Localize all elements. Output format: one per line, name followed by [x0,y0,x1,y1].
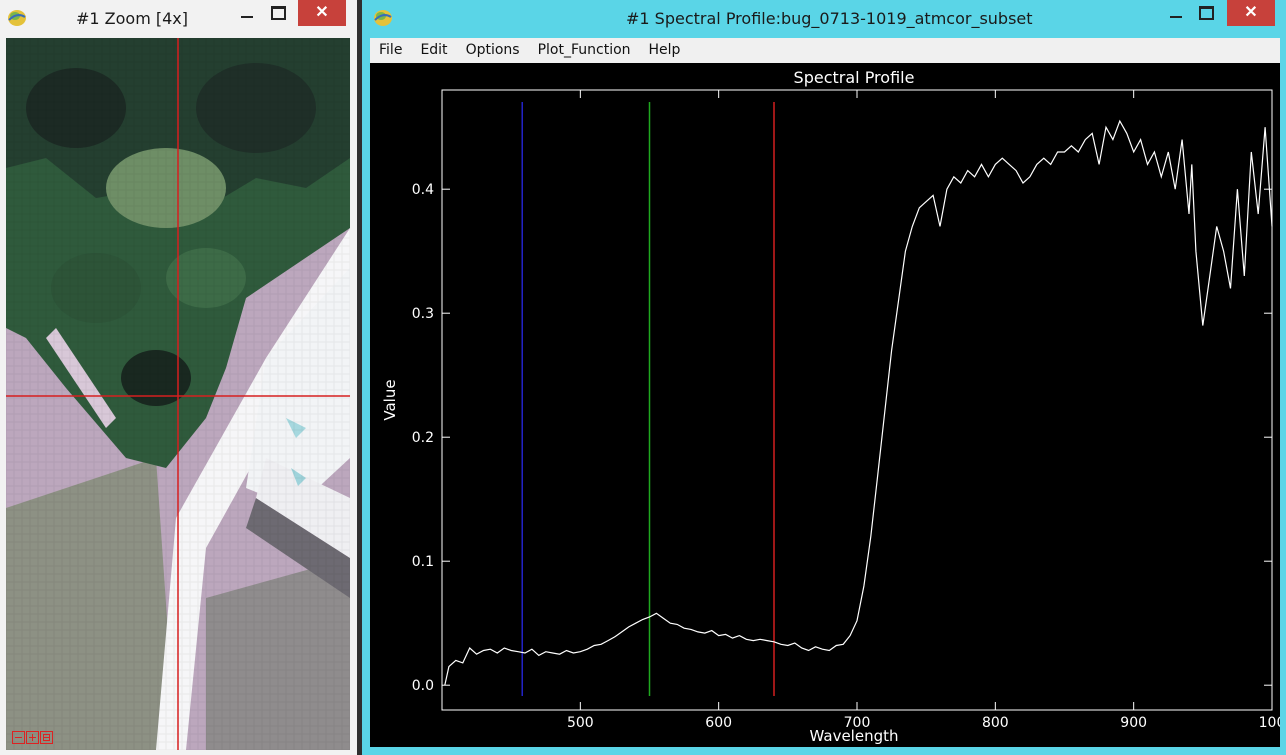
y-tick-label: 0.0 [412,678,434,694]
envi-globe-icon [374,10,392,26]
zoom-image-view[interactable] [6,38,350,750]
zoom-in-icon[interactable] [26,731,39,744]
spectral-titlebar[interactable]: #1 Spectral Profile:bug_0713-1019_atmcor… [362,0,1286,36]
y-tick-label: 0.1 [412,554,434,570]
menu-bar: File Edit Options Plot_Function Help [370,38,1280,63]
x-tick-label: 600 [705,715,732,731]
close-icon[interactable] [298,0,346,26]
y-tick-label: 0.3 [412,306,434,322]
menu-help[interactable]: Help [640,38,690,63]
x-tick-label: 900 [1120,715,1147,731]
envi-globe-icon [8,10,26,26]
zoom-window-title: #1 Zoom [4x] [76,9,189,28]
y-tick-label: 0.2 [412,430,434,446]
close-icon[interactable] [1227,0,1275,26]
x-tick-label: 100 [1259,715,1280,731]
spectral-window-title: #1 Spectral Profile:bug_0713-1019_atmcor… [626,9,1033,28]
y-tick-label: 0.4 [412,182,434,198]
maximize-icon[interactable] [258,0,298,26]
satellite-image [6,38,350,750]
spectral-chart: Spectral Profile 5006007008009001000.00.… [381,68,1285,745]
zoom-controls [12,731,53,744]
menu-file[interactable]: File [370,38,411,63]
menu-edit[interactable]: Edit [411,38,456,63]
spectrum-series-line [444,119,1273,686]
spectral-profile-window[interactable]: #1 Spectral Profile:bug_0713-1019_atmcor… [362,0,1286,755]
plot-frame [441,89,1273,711]
zoom-window[interactable]: #1 Zoom [4x] [0,0,357,755]
y-axis-label: Value [381,379,399,420]
zoom-titlebar[interactable]: #1 Zoom [4x] [0,0,357,36]
zoom-out-icon[interactable] [12,731,25,744]
menu-options[interactable]: Options [457,38,529,63]
maximize-icon[interactable] [1186,0,1226,26]
x-axis-label: Wavelength [810,727,899,745]
x-tick-label: 500 [567,715,594,731]
zoom-box-icon[interactable] [40,731,53,744]
plot-area[interactable]: Spectral Profile 5006007008009001000.00.… [370,63,1285,747]
x-tick-label: 800 [982,715,1009,731]
chart-title: Spectral Profile [794,68,915,87]
menu-plot-function[interactable]: Plot_Function [529,38,640,63]
